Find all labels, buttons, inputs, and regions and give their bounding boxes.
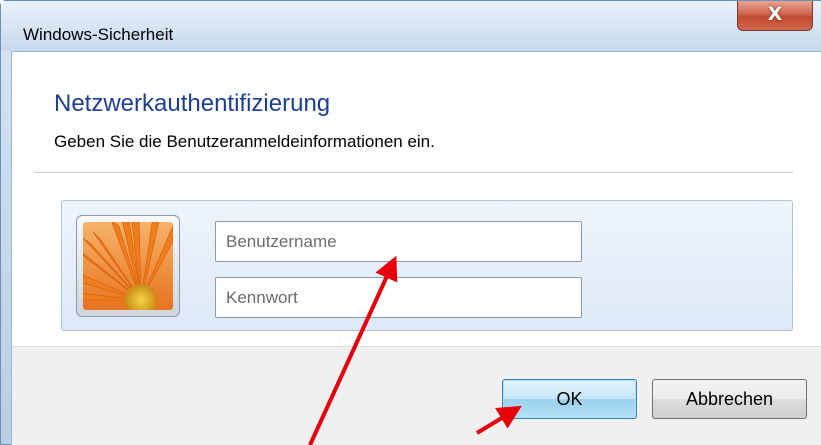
- screenshot-stage: Windows-Sicherheit X Netzwerkauthentifiz…: [0, 0, 821, 445]
- username-placeholder: Benutzername: [226, 232, 337, 251]
- dialog-content: Netzwerkauthentifizierung Geben Sie die …: [11, 51, 821, 346]
- window-title: Windows-Sicherheit: [23, 25, 174, 44]
- close-icon: X: [767, 3, 783, 25]
- user-avatar-flower-icon: [76, 215, 180, 317]
- cancel-button[interactable]: Abbrechen: [652, 379, 807, 419]
- ok-button[interactable]: OK: [502, 379, 637, 419]
- close-button[interactable]: X: [737, 1, 813, 31]
- security-dialog-window: Windows-Sicherheit X Netzwerkauthentifiz…: [0, 0, 821, 445]
- avatar-image: [83, 222, 173, 310]
- dialog-footer: OK Abbrechen: [11, 346, 821, 445]
- divider: [34, 172, 793, 173]
- password-input[interactable]: Kennwort: [215, 277, 582, 318]
- dialog-heading: Netzwerkauthentifizierung: [54, 90, 331, 117]
- password-placeholder: Kennwort: [226, 288, 298, 307]
- dialog-subheading: Geben Sie die Benutzeranmeldeinformation…: [54, 132, 435, 151]
- credential-tile[interactable]: Benutzername Kennwort: [61, 200, 793, 331]
- username-input[interactable]: Benutzername: [215, 221, 582, 262]
- title-bar: Windows-Sicherheit X: [1, 1, 821, 51]
